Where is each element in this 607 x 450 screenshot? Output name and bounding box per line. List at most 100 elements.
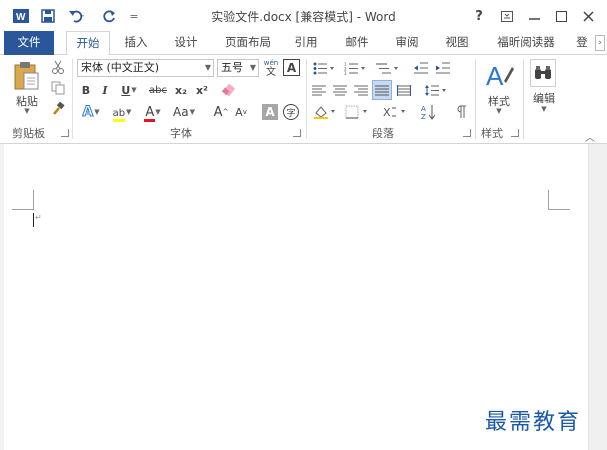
- asian-layout-icon[interactable]: X: [381, 103, 409, 121]
- subscript-button[interactable]: x₂: [172, 82, 190, 98]
- font-size-value: 五号: [221, 61, 243, 74]
- tab-references[interactable]: 引用: [288, 31, 324, 55]
- font-group-label: 字体: [170, 127, 192, 140]
- paragraph-group-label: 段落: [372, 127, 394, 140]
- grow-font-button[interactable]: A ^: [213, 103, 229, 121]
- tab-review[interactable]: 审阅: [389, 31, 425, 55]
- tab-file[interactable]: 文件: [4, 31, 54, 55]
- chevron-down-icon[interactable]: ▼: [205, 60, 211, 76]
- tab-mailings[interactable]: 邮件: [339, 31, 375, 55]
- paragraph-dialog-launcher[interactable]: [463, 129, 471, 137]
- font-color-label: A: [145, 104, 155, 120]
- change-case-label: Aa: [173, 105, 189, 119]
- font-color-button[interactable]: A ▼: [141, 103, 165, 122]
- tab-design[interactable]: 设计: [168, 31, 204, 55]
- tab-sign-in[interactable]: 登: [572, 31, 592, 55]
- watermark-text: 最需教育: [485, 410, 582, 435]
- tab-scroll-right-icon[interactable]: ›: [595, 35, 605, 51]
- font-name-value: 宋体 (中文正文): [81, 61, 160, 74]
- align-right-icon[interactable]: [353, 82, 369, 98]
- maximize-button[interactable]: [550, 6, 572, 26]
- highlight-label: ab: [112, 107, 126, 119]
- svg-text:A: A: [486, 61, 504, 91]
- page-left-edge: [0, 144, 4, 450]
- tab-insert[interactable]: 插入: [118, 31, 154, 55]
- tab-foxit-reader[interactable]: 福昕阅读器: [490, 31, 562, 55]
- close-button[interactable]: [577, 6, 599, 26]
- collapse-ribbon-icon[interactable]: ︿: [585, 129, 595, 144]
- sort-icon[interactable]: AZ: [420, 103, 438, 121]
- strikethrough-button[interactable]: abc: [147, 82, 169, 98]
- minimize-button[interactable]: [523, 6, 545, 26]
- help-button[interactable]: ?: [468, 6, 490, 26]
- crop-mark-top-left-vertical: [33, 190, 34, 210]
- styles-group-label: 样式: [481, 127, 503, 140]
- enclose-characters-button[interactable]: 字: [283, 104, 299, 120]
- font-dialog-launcher[interactable]: [293, 129, 301, 137]
- bold-button[interactable]: B: [79, 82, 93, 98]
- tab-view[interactable]: 视图: [439, 31, 475, 55]
- borders-icon[interactable]: [343, 103, 371, 121]
- svg-text:3: 3: [344, 71, 347, 75]
- text-effects-label: A: [82, 104, 94, 121]
- editing-label[interactable]: 编辑: [526, 90, 562, 106]
- paste-dropdown-icon[interactable]: ▼: [12, 107, 42, 115]
- format-painter-icon[interactable]: [50, 101, 66, 117]
- styles-dialog-launcher[interactable]: [511, 129, 519, 137]
- font-color-bar: [144, 118, 156, 122]
- cut-icon[interactable]: [50, 59, 66, 75]
- underline-label: U: [121, 83, 131, 97]
- ribbon-tab-row: 文件 开始 插入 设计 页面布局 引用 邮件 审阅 视图 福昕阅读器 登 ›: [0, 31, 607, 56]
- highlight-icon: ab: [112, 106, 126, 122]
- multilevel-list-icon[interactable]: [373, 60, 401, 76]
- clipboard-dialog-launcher[interactable]: [61, 129, 69, 137]
- chevron-down-icon[interactable]: ▼: [250, 60, 256, 76]
- superscript-button[interactable]: x²: [193, 82, 211, 98]
- decrease-indent-icon[interactable]: [413, 60, 429, 76]
- font-name-combobox[interactable]: 宋体 (中文正文) ▼: [77, 59, 214, 77]
- vertical-scrollbar[interactable]: [588, 144, 607, 450]
- group-divider: [72, 59, 73, 139]
- paste-button[interactable]: [10, 59, 42, 91]
- clipboard-group-label: 剪贴板: [12, 127, 45, 140]
- align-center-icon[interactable]: [332, 82, 348, 98]
- character-shading-button[interactable]: A: [262, 104, 278, 120]
- ribbon: 粘贴 ▼ 剪贴板 宋体 (中文正文) ▼ 五号 ▼ wén 文 A B I U ▼…: [0, 55, 607, 144]
- font-color-icon: A: [144, 104, 156, 122]
- phonetic-guide-bottom: 文: [266, 67, 276, 78]
- shading-icon[interactable]: [311, 103, 339, 121]
- tab-page-layout[interactable]: 页面布局: [218, 31, 278, 55]
- change-case-button[interactable]: Aa ▼: [170, 103, 198, 121]
- italic-button[interactable]: I: [98, 82, 112, 98]
- ribbon-display-options-button[interactable]: [496, 6, 518, 26]
- show-paragraph-marks-icon[interactable]: [453, 103, 469, 121]
- styles-dropdown-icon[interactable]: ▼: [481, 107, 517, 115]
- character-border-button[interactable]: A: [283, 59, 300, 76]
- paragraph-mark-icon: ↵: [35, 213, 42, 222]
- underline-button[interactable]: U ▼: [118, 82, 140, 98]
- shrink-font-label: A: [235, 105, 243, 119]
- line-spacing-icon[interactable]: [423, 82, 449, 98]
- grow-font-label: A: [213, 104, 223, 120]
- find-binoculars-icon[interactable]: [530, 59, 556, 87]
- text-effects-button[interactable]: A ▼: [79, 103, 103, 121]
- group-divider: [475, 59, 476, 139]
- text-cursor: [33, 213, 34, 227]
- styles-gallery-button[interactable]: A: [481, 59, 517, 93]
- distributed-icon[interactable]: [396, 82, 412, 98]
- group-divider: [306, 59, 307, 139]
- bullets-icon[interactable]: [311, 60, 337, 76]
- clear-formatting-icon[interactable]: [220, 82, 238, 98]
- font-size-combobox[interactable]: 五号 ▼: [217, 59, 259, 77]
- align-left-icon[interactable]: [311, 82, 327, 98]
- justify-icon[interactable]: [372, 80, 392, 100]
- increase-indent-icon[interactable]: [435, 60, 451, 76]
- copy-icon[interactable]: [50, 80, 66, 96]
- phonetic-guide-button[interactable]: wén 文: [262, 58, 280, 78]
- editing-dropdown-icon[interactable]: ▼: [526, 105, 562, 113]
- highlight-button[interactable]: ab ▼: [108, 103, 136, 122]
- shrink-font-button[interactable]: Av: [233, 103, 249, 121]
- group-divider: [523, 59, 524, 139]
- numbering-icon[interactable]: 123: [342, 60, 368, 76]
- tab-home[interactable]: 开始: [66, 31, 110, 56]
